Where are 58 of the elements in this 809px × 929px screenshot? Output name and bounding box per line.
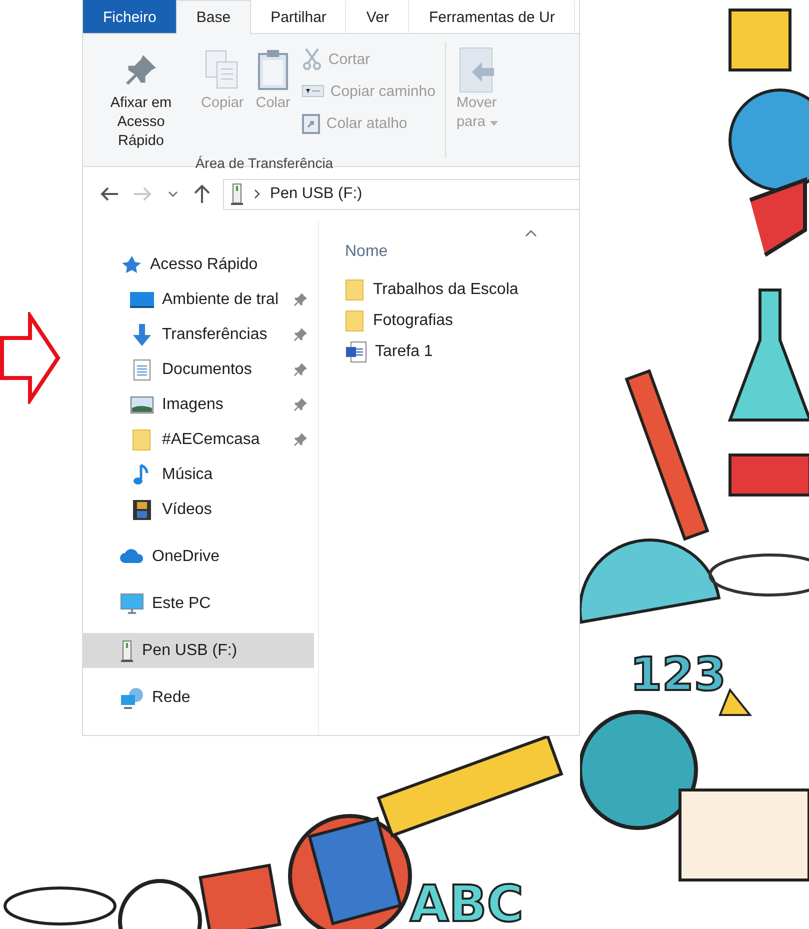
pin-icon	[293, 327, 308, 342]
nav-item[interactable]: Este PC	[83, 586, 314, 621]
copy-icon	[204, 49, 240, 91]
clipboard-icon	[257, 49, 290, 91]
file-item[interactable]: Tarefa 1	[345, 341, 579, 362]
pin-icon	[124, 53, 158, 87]
ribbon-tab[interactable]: Base	[176, 0, 251, 34]
word-document-icon	[345, 340, 367, 362]
pin-icon	[293, 397, 308, 412]
chevron-down-icon[interactable]	[167, 190, 179, 198]
nav-item[interactable]: Rede	[83, 680, 314, 715]
music-note-icon	[133, 464, 151, 486]
folder-icon	[132, 428, 152, 450]
nav-item[interactable]: Imagens	[83, 387, 314, 422]
folder-icon	[345, 310, 365, 332]
nav-item[interactable]: Transferências	[83, 317, 314, 352]
nav-item[interactable]: Vídeos	[83, 492, 314, 527]
file-item[interactable]: Fotografias	[345, 310, 579, 331]
desktop-icon	[130, 290, 154, 308]
picture-icon	[130, 396, 154, 414]
nav-item[interactable]: Música	[83, 457, 314, 492]
nav-item[interactable]: Documentos	[83, 352, 314, 387]
download-icon	[131, 322, 153, 346]
sticker-text: ABC	[410, 875, 524, 929]
up-arrow-icon[interactable]	[193, 184, 211, 204]
ribbon-tab[interactable]: Partilhar	[250, 0, 346, 33]
nav-item[interactable]: Pen USB (F:)	[83, 633, 314, 668]
cloud-icon	[120, 549, 144, 564]
caret-icon	[490, 121, 498, 126]
pin-icon	[293, 432, 308, 447]
back-icon[interactable]	[99, 186, 119, 202]
ribbon-button[interactable]: Afixar em Acesso Rápido	[89, 42, 193, 155]
scissors-icon	[302, 48, 322, 70]
computer-icon	[120, 592, 144, 614]
path-icon	[302, 85, 324, 97]
chevron-icon	[254, 189, 260, 199]
file-item[interactable]: Trabalhos da Escola	[345, 279, 579, 300]
nav-item[interactable]: Ambiente de tral	[83, 282, 314, 317]
nav-item[interactable]: #AECemcasa	[83, 422, 314, 457]
file-menu-tab[interactable]: Ficheiro	[83, 0, 176, 33]
usb-drive-icon	[230, 182, 244, 206]
document-icon	[133, 358, 151, 380]
group-label: Área de Transferência	[194, 155, 334, 171]
sort-ascending-icon	[525, 229, 537, 237]
folder-icon	[345, 278, 365, 300]
film-icon	[132, 498, 152, 520]
usb-drive-icon	[120, 638, 134, 662]
nav-item[interactable]: OneDrive	[83, 539, 314, 574]
address-path: Pen USB (F:)	[270, 185, 362, 203]
network-icon	[120, 686, 144, 708]
pin-icon	[293, 292, 308, 307]
sticker-text: 123	[630, 647, 726, 701]
address-bar[interactable]: Pen USB (F:)	[223, 178, 579, 210]
star-icon	[120, 254, 142, 274]
nav-item[interactable]: Acesso Rápido	[83, 247, 314, 282]
column-header[interactable]: Nome	[345, 243, 579, 261]
shortcut-icon	[302, 112, 320, 134]
pin-icon	[293, 362, 308, 377]
